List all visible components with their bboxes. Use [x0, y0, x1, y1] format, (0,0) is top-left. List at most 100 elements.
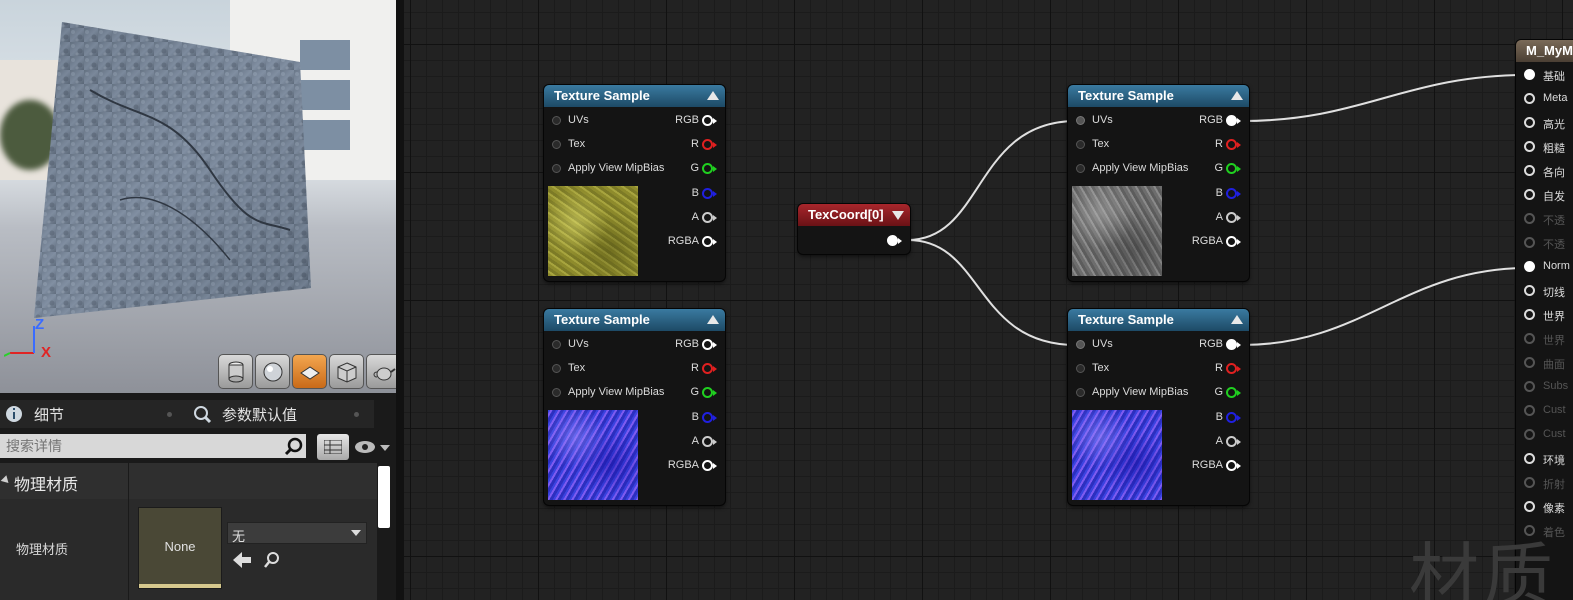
collapse-triangle-icon[interactable]	[707, 315, 719, 324]
category-physical-material[interactable]: 物理材质	[0, 463, 377, 499]
result-node-title[interactable]: M_MyM	[1516, 40, 1573, 62]
result-input-pin[interactable]	[1524, 69, 1535, 80]
collapse-arrow-icon[interactable]	[0, 475, 12, 486]
rgba-output-pin[interactable]	[702, 460, 713, 471]
node-title[interactable]: TexCoord[0]	[798, 204, 910, 226]
node-title[interactable]: Texture Sample	[544, 309, 725, 331]
texture-sample-node[interactable]: Texture Sample UVs Tex Apply View MipBia…	[1068, 85, 1249, 281]
preview-cube-button[interactable]	[329, 354, 364, 389]
rgb-output-pin[interactable]	[1226, 339, 1237, 350]
r-output-pin[interactable]	[1226, 139, 1237, 150]
mipbias-input-pin[interactable]	[1076, 388, 1085, 397]
rgba-output-pin[interactable]	[1226, 460, 1237, 471]
result-input-pin[interactable]	[1524, 357, 1535, 368]
uvs-input-pin[interactable]	[552, 116, 561, 125]
tex-input-pin[interactable]	[1076, 140, 1085, 149]
browse-search-icon[interactable]	[263, 551, 281, 569]
material-result-node[interactable]: M_MyM 基础 Meta 高光 粗糙 各向 自发 不透 不透 Norm 切线 世界 世界 曲面 Subs…	[1516, 40, 1573, 600]
result-input-pin[interactable]	[1524, 237, 1535, 248]
texcoord-output-pin[interactable]	[887, 235, 898, 246]
result-input-pin[interactable]	[1524, 141, 1535, 152]
a-output-pin[interactable]	[1226, 212, 1237, 223]
tex-input-pin[interactable]	[1076, 364, 1085, 373]
node-title[interactable]: Texture Sample	[544, 85, 725, 107]
preview-plane-button[interactable]	[292, 354, 327, 389]
node-title[interactable]: Texture Sample	[1068, 309, 1249, 331]
texture-sample-node[interactable]: Texture Sample UVs Tex Apply View MipBia…	[544, 309, 725, 505]
tab-param-defaults[interactable]: 参数默认值	[192, 400, 297, 428]
rgb-output-pin[interactable]	[702, 339, 713, 350]
details-tab-bar: 细节 参数默认值	[0, 400, 374, 428]
search-icon[interactable]	[284, 437, 304, 457]
result-input-pin[interactable]	[1524, 93, 1535, 104]
tab-details[interactable]: 细节	[4, 400, 64, 428]
rgb-output-pin[interactable]	[1226, 115, 1237, 126]
collapse-triangle-icon[interactable]	[892, 211, 904, 220]
texture-sample-node[interactable]: Texture Sample UVs Tex Apply View MipBia…	[544, 85, 725, 281]
r-output-pin[interactable]	[1226, 363, 1237, 374]
rgb-output-pin[interactable]	[702, 115, 713, 126]
result-input-pin[interactable]	[1524, 261, 1535, 272]
result-input-pin[interactable]	[1524, 117, 1535, 128]
r-output-pin[interactable]	[702, 139, 713, 150]
uvs-input-pin[interactable]	[1076, 116, 1085, 125]
preview-teapot-button[interactable]	[366, 354, 396, 389]
tab-close-dot[interactable]	[354, 412, 359, 417]
details-search-input[interactable]	[0, 434, 306, 458]
g-output-pin[interactable]	[1226, 387, 1237, 398]
mipbias-input-pin[interactable]	[552, 388, 561, 397]
uvs-input-pin[interactable]	[1076, 340, 1085, 349]
collapse-triangle-icon[interactable]	[1231, 91, 1243, 100]
rgba-output-pin[interactable]	[1226, 236, 1237, 247]
g-output-pin[interactable]	[702, 387, 713, 398]
g-output-pin[interactable]	[1226, 163, 1237, 174]
node-title-text: TexCoord[0]	[808, 207, 884, 222]
tab-close-dot[interactable]	[167, 412, 172, 417]
result-input-pin[interactable]	[1524, 381, 1535, 392]
result-input-pin[interactable]	[1524, 453, 1535, 464]
result-input-pin[interactable]	[1524, 309, 1535, 320]
result-input-pin[interactable]	[1524, 285, 1535, 296]
b-output-pin[interactable]	[1226, 188, 1237, 199]
result-input-pin[interactable]	[1524, 165, 1535, 176]
preview-cylinder-button[interactable]	[218, 354, 253, 389]
r-output-pin[interactable]	[702, 363, 713, 374]
material-preview-viewport[interactable]: Z X	[0, 0, 396, 393]
a-output-pin[interactable]	[702, 212, 713, 223]
asset-thumbnail[interactable]: None	[138, 507, 222, 589]
result-input-pin[interactable]	[1524, 189, 1535, 200]
preview-sphere-button[interactable]	[255, 354, 290, 389]
use-selected-arrow-icon[interactable]	[233, 551, 253, 569]
texcoord-node[interactable]: TexCoord[0]	[798, 204, 910, 254]
mipbias-input-pin[interactable]	[552, 164, 561, 173]
result-input-label: Norm	[1543, 260, 1570, 272]
b-output-pin[interactable]	[1226, 412, 1237, 423]
panel-splitter[interactable]	[396, 0, 404, 600]
collapse-triangle-icon[interactable]	[1231, 315, 1243, 324]
uvs-input-pin[interactable]	[552, 340, 561, 349]
result-input-pin[interactable]	[1524, 501, 1535, 512]
eye-visibility-icon[interactable]	[355, 440, 391, 456]
node-title[interactable]: Texture Sample	[1068, 85, 1249, 107]
rgba-output-pin[interactable]	[702, 236, 713, 247]
result-input-pin[interactable]	[1524, 213, 1535, 224]
a-output-pin[interactable]	[1226, 436, 1237, 447]
result-input-pin[interactable]	[1524, 405, 1535, 416]
details-scrollbar[interactable]	[378, 466, 390, 528]
a-output-pin[interactable]	[702, 436, 713, 447]
result-input-pin[interactable]	[1524, 429, 1535, 440]
b-output-pin[interactable]	[702, 188, 713, 199]
g-output-pin[interactable]	[702, 163, 713, 174]
result-input-pin[interactable]	[1524, 477, 1535, 488]
collapse-triangle-icon[interactable]	[707, 91, 719, 100]
a-label: A	[691, 211, 699, 223]
texture-sample-node[interactable]: Texture Sample UVs Tex Apply View MipBia…	[1068, 309, 1249, 505]
view-options-grid-button[interactable]	[317, 434, 349, 460]
tex-input-pin[interactable]	[552, 140, 561, 149]
material-graph-canvas[interactable]: Texture Sample UVs Tex Apply View MipBia…	[404, 0, 1573, 600]
physical-material-combo[interactable]: 无	[227, 522, 367, 544]
b-output-pin[interactable]	[702, 412, 713, 423]
result-input-pin[interactable]	[1524, 333, 1535, 344]
tex-input-pin[interactable]	[552, 364, 561, 373]
mipbias-input-pin[interactable]	[1076, 164, 1085, 173]
